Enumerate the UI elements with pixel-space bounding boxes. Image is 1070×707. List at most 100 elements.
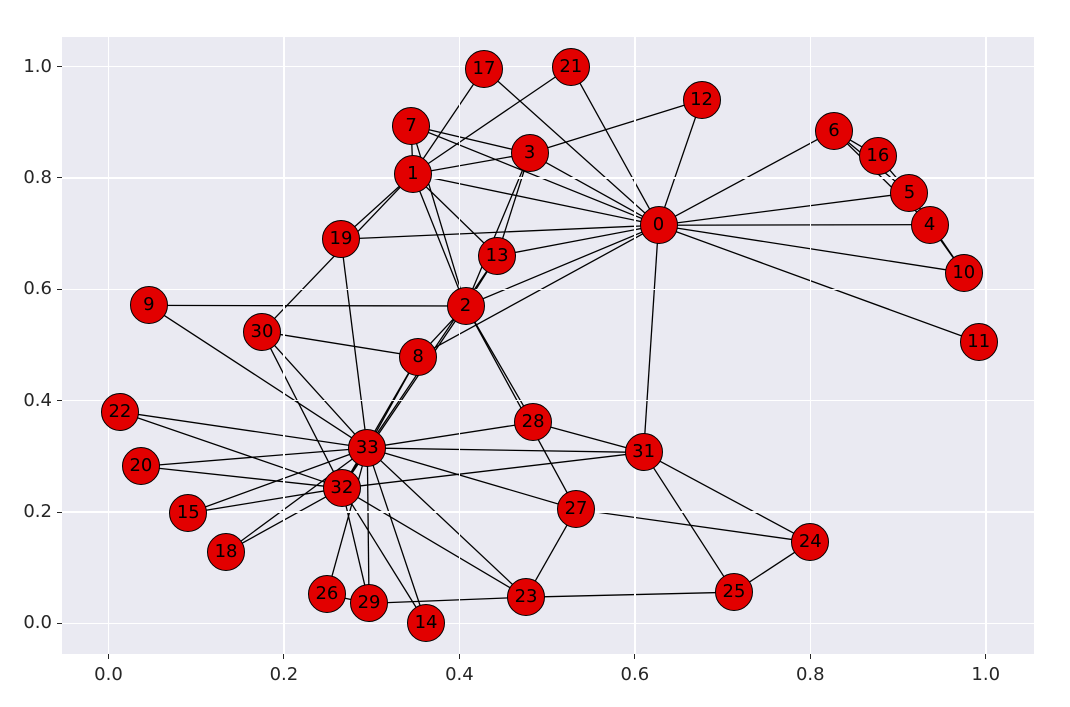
edge — [526, 592, 734, 597]
node-label: 1 — [407, 165, 418, 183]
node-label: 4 — [924, 216, 935, 234]
node-label: 32 — [330, 479, 353, 497]
grid-line-horizontal — [62, 66, 1034, 68]
grid-line-vertical — [108, 37, 110, 654]
y-tick-label: 0.4 — [23, 390, 52, 411]
x-tick-label: 0.6 — [620, 664, 650, 685]
node-label: 15 — [177, 504, 200, 522]
edge — [262, 332, 418, 357]
x-tick — [283, 654, 284, 659]
grid-line-horizontal — [62, 623, 1034, 625]
y-tick — [57, 512, 62, 513]
node-11: 11 — [960, 323, 998, 361]
node-label: 6 — [828, 122, 839, 140]
node-30: 30 — [243, 313, 281, 351]
grid-line-vertical — [810, 37, 812, 654]
node-23: 23 — [507, 578, 545, 616]
node-16: 16 — [859, 137, 897, 175]
edge — [367, 448, 526, 597]
node-label: 18 — [215, 543, 238, 561]
node-label: 3 — [524, 144, 535, 162]
node-label: 16 — [866, 147, 889, 165]
edge — [141, 448, 367, 466]
node-label: 8 — [412, 348, 423, 366]
edge — [341, 239, 367, 448]
node-label: 10 — [952, 264, 975, 282]
edge — [367, 448, 643, 452]
edge-layer — [62, 37, 1034, 654]
node-label: 11 — [967, 333, 990, 351]
x-tick — [108, 654, 109, 659]
grid-line-vertical — [459, 37, 461, 654]
node-1: 1 — [394, 155, 432, 193]
edge — [576, 509, 810, 542]
grid-line-horizontal — [62, 289, 1034, 291]
edge — [342, 452, 644, 488]
node-label: 31 — [632, 443, 655, 461]
node-label: 26 — [315, 585, 338, 603]
node-4: 4 — [911, 206, 949, 244]
node-label: 19 — [330, 230, 353, 248]
edge — [644, 452, 734, 592]
y-tick-label: 0.0 — [23, 612, 52, 633]
y-tick-label: 0.6 — [23, 278, 52, 299]
node-17: 17 — [465, 50, 503, 88]
node-19: 19 — [322, 220, 360, 258]
node-24: 24 — [791, 523, 829, 561]
node-label: 30 — [251, 323, 274, 341]
node-9: 9 — [130, 286, 168, 324]
x-tick — [634, 654, 635, 659]
node-label: 0 — [653, 216, 664, 234]
y-tick — [57, 623, 62, 624]
y-tick — [57, 66, 62, 67]
grid-line-horizontal — [62, 511, 1034, 513]
edge — [413, 174, 466, 306]
node-label: 27 — [565, 500, 588, 518]
edge — [659, 193, 910, 225]
node-5: 5 — [890, 174, 928, 212]
x-tick-label: 0.8 — [795, 664, 825, 685]
x-tick-label: 0.2 — [269, 664, 299, 685]
x-tick — [810, 654, 811, 659]
edge — [413, 174, 659, 225]
grid-line-vertical — [283, 37, 285, 654]
node-label: 33 — [356, 439, 379, 457]
y-tick-label: 0.8 — [23, 167, 52, 188]
node-label: 21 — [559, 58, 582, 76]
node-label: 29 — [358, 594, 381, 612]
node-label: 24 — [799, 533, 822, 551]
x-tick — [985, 654, 986, 659]
plot-area: 0123456789101112131415161718192021222324… — [62, 37, 1034, 654]
node-12: 12 — [683, 81, 721, 119]
node-label: 23 — [515, 588, 538, 606]
edge — [644, 452, 811, 542]
node-label: 14 — [415, 614, 438, 632]
y-tick — [57, 400, 62, 401]
grid-line-vertical — [634, 37, 636, 654]
node-3: 3 — [511, 134, 549, 172]
edge — [149, 305, 466, 306]
node-label: 22 — [108, 403, 131, 421]
node-20: 20 — [122, 447, 160, 485]
node-21: 21 — [552, 48, 590, 86]
node-label: 7 — [405, 117, 416, 135]
node-25: 25 — [715, 573, 753, 611]
y-tick — [57, 177, 62, 178]
edge — [367, 422, 533, 448]
grid-line-horizontal — [62, 177, 1034, 179]
y-tick — [57, 289, 62, 290]
node-7: 7 — [392, 107, 430, 145]
node-33: 33 — [348, 429, 386, 467]
node-28: 28 — [514, 403, 552, 441]
node-26: 26 — [308, 575, 346, 613]
edge — [659, 225, 930, 226]
y-tick-label: 0.2 — [23, 501, 52, 522]
x-tick — [459, 654, 460, 659]
y-tick-label: 1.0 — [23, 56, 52, 77]
edge — [411, 126, 465, 306]
edge — [530, 100, 702, 153]
figure: 0123456789101112131415161718192021222324… — [0, 0, 1070, 707]
node-8: 8 — [399, 338, 437, 376]
node-6: 6 — [815, 112, 853, 150]
node-label: 17 — [473, 60, 496, 78]
